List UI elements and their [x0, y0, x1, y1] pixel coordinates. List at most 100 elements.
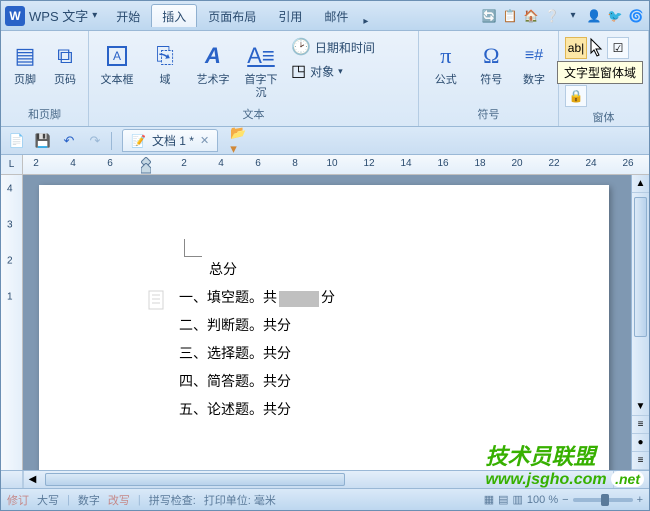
- vscroll-thumb[interactable]: [634, 197, 647, 337]
- vscroll-track[interactable]: [632, 193, 649, 398]
- cloud-icon[interactable]: 🐦: [606, 7, 624, 25]
- settings-icon[interactable]: 🌀: [627, 7, 645, 25]
- save-button[interactable]: 💾: [33, 131, 53, 151]
- zoom-value[interactable]: 100 %: [527, 494, 558, 506]
- zoom-slider[interactable]: [573, 498, 633, 502]
- wordart-icon: A: [197, 40, 229, 72]
- doc-line[interactable]: 三、选择题。共分: [179, 341, 489, 369]
- scroll-up-button[interactable]: ▲: [632, 175, 649, 193]
- field-label: 域: [160, 74, 171, 87]
- new-tab-button[interactable]: 📂▾: [230, 131, 250, 151]
- doc-line[interactable]: 五、论述题。共分: [179, 397, 489, 425]
- new-button[interactable]: 📄: [7, 131, 27, 151]
- scroll-down-button[interactable]: ▼: [632, 398, 649, 416]
- symbol-button[interactable]: Ω 符号: [471, 37, 513, 90]
- title-dd-icon[interactable]: ▾: [564, 7, 582, 25]
- equation-button[interactable]: π 公式: [425, 37, 467, 90]
- wordart-button[interactable]: A 艺术字: [191, 37, 235, 90]
- pagenum-button[interactable]: ⧉ 页码: [47, 37, 83, 90]
- datetime-button[interactable]: 🕑 日期和时间: [291, 37, 375, 57]
- footer-label: 页脚: [14, 74, 36, 87]
- document-page[interactable]: 总分 一、填空题。共分二、判断题。共分三、选择题。共分四、简答题。共分五、论述题…: [39, 185, 609, 470]
- vertical-scrollbar[interactable]: ▲ ▼ ≡ ● ≡: [631, 175, 649, 470]
- vertical-ruler[interactable]: 4321: [1, 175, 23, 470]
- doc-title[interactable]: 总分: [209, 257, 489, 285]
- tab-mail[interactable]: 邮件: [313, 4, 359, 27]
- field-button[interactable]: ⎘ 域: [143, 37, 187, 90]
- undo-button[interactable]: ↶: [59, 131, 79, 151]
- horizontal-scrollbar[interactable]: ◀ ▶: [1, 470, 649, 488]
- tab-insert[interactable]: 插入: [151, 4, 197, 27]
- statusbar: 修订 大写 | 数字 改写 | 拼写检查: 打印单位: 毫米 ▦ ▤ ▥ 100…: [1, 488, 649, 510]
- document-tab[interactable]: 📝 文档 1 * ✕: [122, 129, 218, 152]
- object-button[interactable]: ◳ 对象 ▾: [291, 61, 375, 81]
- ribbon-group-text: A 文本框 ⎘ 域 A 艺术字 A≡ 首字下沉 🕑: [89, 31, 419, 126]
- doc-line[interactable]: 二、判断题。共分: [179, 313, 489, 341]
- home-icon[interactable]: 🏠: [522, 7, 540, 25]
- group-form-label: 窗体: [565, 107, 642, 127]
- titlebar: W WPS 文字 ▾ 开始 插入 页面布局 引用 邮件 ▸ 🔄 📋 🏠 ❔ ▾ …: [1, 1, 649, 31]
- textbox-label: 文本框: [101, 74, 134, 87]
- prev-page-button[interactable]: ≡: [632, 416, 649, 434]
- textbox-button[interactable]: A 文本框: [95, 37, 139, 90]
- scroll-right-button[interactable]: ▶: [613, 471, 631, 488]
- globe-icon[interactable]: ❔: [543, 7, 561, 25]
- doc-body[interactable]: 一、填空题。共分二、判断题。共分三、选择题。共分四、简答题。共分五、论述题。共分: [179, 285, 489, 425]
- group-symbol-label: 符号: [425, 104, 552, 124]
- copy-icon[interactable]: 📋: [501, 7, 519, 25]
- number-icon: ≡#: [518, 40, 550, 72]
- horizontal-ruler[interactable]: L 6422468101214161820222426283032: [1, 155, 649, 175]
- hscroll-thumb[interactable]: [45, 473, 345, 486]
- ribbon-group-symbol: π 公式 Ω 符号 ≡# 数字 符号: [419, 31, 559, 126]
- refresh-icon[interactable]: 🔄: [480, 7, 498, 25]
- doc-line[interactable]: 一、填空题。共分: [179, 285, 489, 313]
- status-ovr[interactable]: 改写: [108, 492, 130, 508]
- document-tabs: 📝 文档 1 * ✕: [122, 129, 218, 152]
- status-spell[interactable]: 拼写检查:: [149, 492, 196, 508]
- protect-form-button[interactable]: 🔒: [565, 85, 587, 107]
- zoom-in-button[interactable]: +: [637, 494, 643, 506]
- ruler-track[interactable]: 6422468101214161820222426283032: [23, 155, 649, 174]
- group-header-footer-label: 和页脚: [7, 104, 82, 124]
- browse-object-button[interactable]: ●: [632, 434, 649, 452]
- next-page-button[interactable]: ≡: [632, 452, 649, 470]
- zoom-out-button[interactable]: −: [562, 494, 568, 506]
- wordart-label: 艺术字: [197, 74, 230, 87]
- app-window: W WPS 文字 ▾ 开始 插入 页面布局 引用 邮件 ▸ 🔄 📋 🏠 ❔ ▾ …: [0, 0, 650, 511]
- status-unit[interactable]: 打印单位: 毫米: [204, 492, 276, 508]
- dropcap-label: 首字下沉: [242, 74, 280, 100]
- tab-start[interactable]: 开始: [105, 4, 151, 27]
- app-menu-dropdown[interactable]: ▾: [92, 10, 97, 21]
- redo-button[interactable]: ↷: [85, 131, 105, 151]
- zoom-thumb[interactable]: [601, 494, 609, 506]
- view-print-icon[interactable]: ▦: [484, 493, 494, 506]
- checkbox-form-button[interactable]: ☑: [607, 37, 629, 59]
- cursor-icon: [589, 37, 605, 59]
- scroll-left-button[interactable]: ◀: [23, 471, 41, 488]
- view-web-icon[interactable]: ▤: [498, 493, 508, 506]
- doctab-close[interactable]: ✕: [200, 134, 209, 147]
- pagenum-label: 页码: [54, 74, 76, 87]
- hscroll-track[interactable]: [41, 471, 613, 488]
- footer-button[interactable]: ▤ 页脚: [7, 37, 43, 90]
- ruler-corner[interactable]: L: [1, 155, 23, 174]
- user-icon[interactable]: 👤: [585, 7, 603, 25]
- status-caps[interactable]: 大写: [37, 492, 59, 508]
- hscroll-corner: [1, 471, 23, 488]
- tab-ref[interactable]: 引用: [267, 4, 313, 27]
- number-button[interactable]: ≡# 数字: [516, 37, 552, 90]
- status-track[interactable]: 修订: [7, 492, 29, 508]
- indent-marker-bottom[interactable]: [141, 163, 151, 174]
- form-field[interactable]: [279, 291, 319, 307]
- view-outline-icon[interactable]: ▥: [513, 493, 523, 506]
- tab-layout[interactable]: 页面布局: [197, 4, 267, 27]
- object-dd-icon: ▾: [338, 66, 343, 77]
- ribbon-group-form: ab| ☑ ▭ ▦ ⎌ 🔒 窗体 文字型窗体域: [559, 31, 649, 126]
- tab-overflow[interactable]: ▸: [359, 16, 372, 27]
- status-num[interactable]: 数字: [78, 492, 100, 508]
- title-quick-icons: 🔄 📋 🏠 ❔ ▾ 👤 🐦 🌀: [480, 7, 645, 25]
- dropcap-button[interactable]: A≡ 首字下沉: [239, 37, 283, 103]
- doc-line[interactable]: 四、简答题。共分: [179, 369, 489, 397]
- text-form-field-button[interactable]: ab|: [565, 37, 587, 59]
- page-area[interactable]: 总分 一、填空题。共分二、判断题。共分三、选择题。共分四、简答题。共分五、论述题…: [23, 175, 631, 470]
